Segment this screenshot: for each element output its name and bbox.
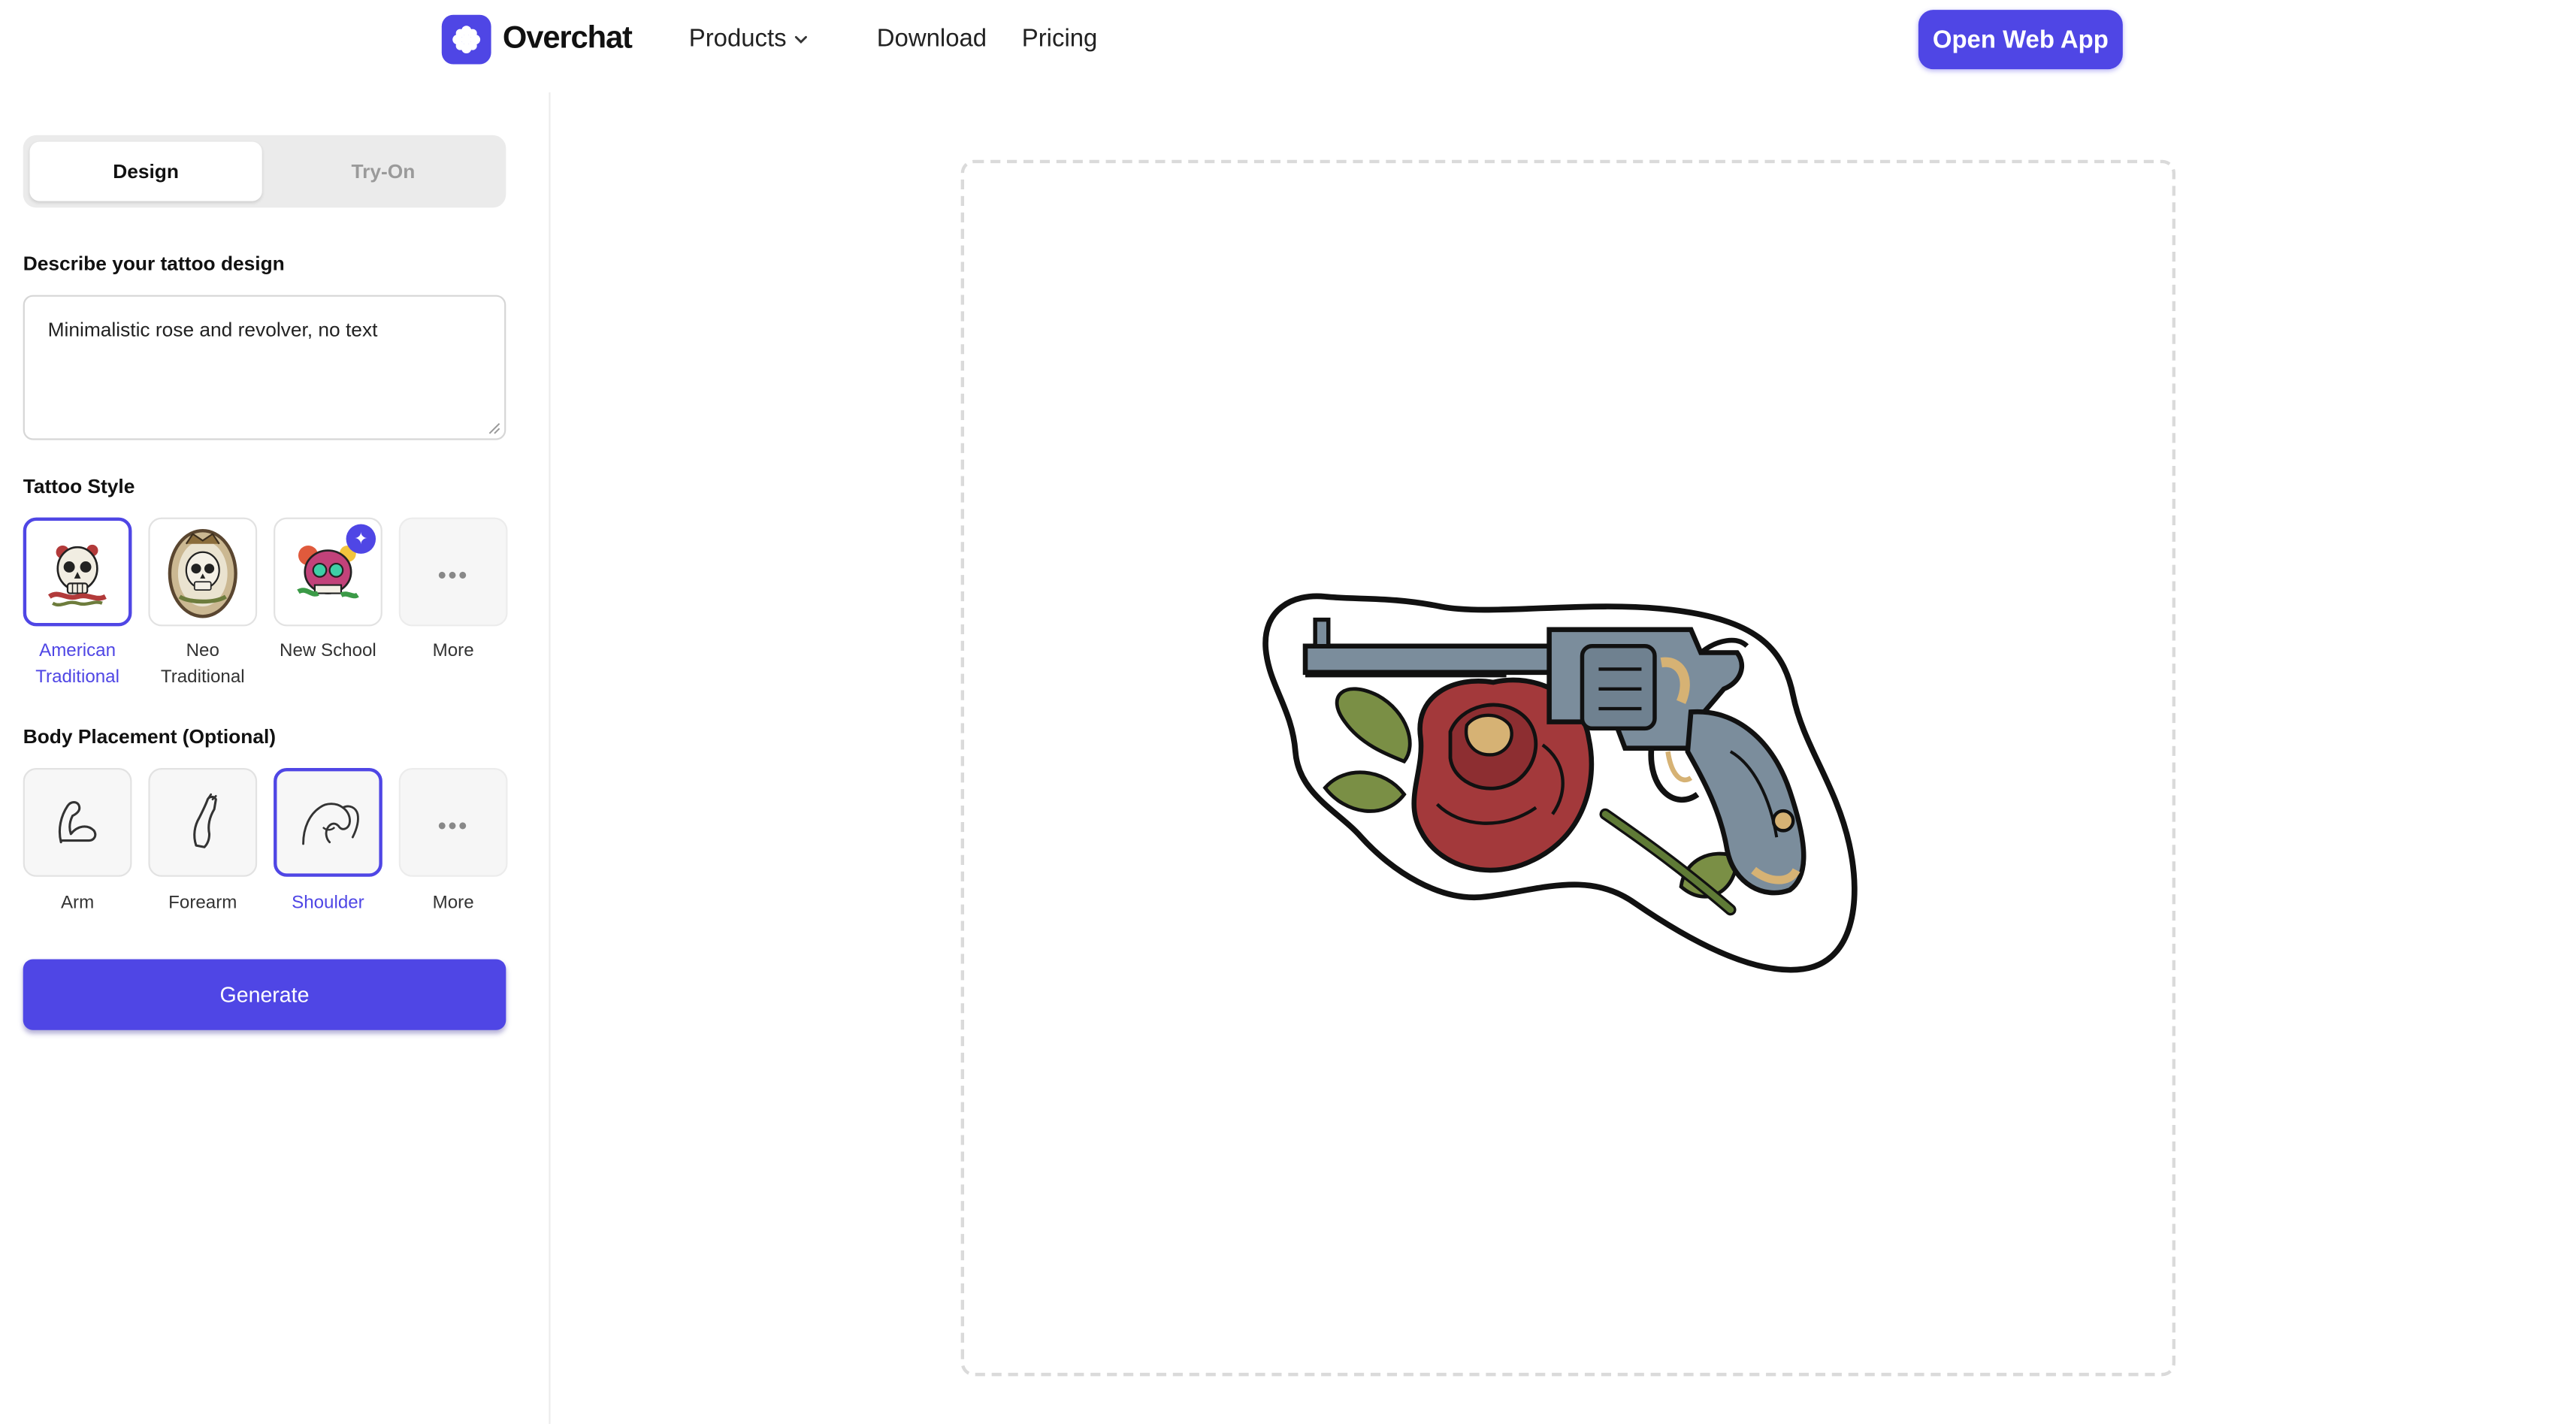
placement-caption-forearm: Forearm	[168, 893, 237, 914]
more-dots-icon: •••	[437, 812, 469, 840]
placement-label: Body Placement (Optional)	[23, 725, 277, 748]
skull-rose-thumbnail	[47, 544, 107, 607]
nav-products[interactable]: Products	[689, 25, 810, 53]
tab-try-on[interactable]: Try-On	[267, 142, 499, 201]
style-caption-line1: Neo	[186, 641, 219, 661]
style-caption-line2: Traditional	[35, 667, 119, 688]
style-tile-american-traditional[interactable]	[23, 517, 132, 627]
open-web-app-button[interactable]: Open Web App	[1918, 10, 2123, 70]
mode-toggle: Design Try-On	[23, 135, 506, 208]
style-tile-new-school[interactable]: ✦	[274, 517, 382, 627]
arm-icon	[58, 801, 97, 844]
style-caption-line1: American	[39, 641, 116, 661]
placement-tile-shoulder[interactable]	[274, 768, 382, 877]
skull-oval-thumbnail	[168, 529, 237, 618]
style-label: Tattoo Style	[23, 474, 135, 498]
top-nav: Overchat Products Download Pricing Open …	[0, 0, 2576, 83]
page: Overchat Products Download Pricing Open …	[0, 0, 2576, 1424]
nav-pricing[interactable]: Pricing	[1022, 25, 1098, 53]
resize-grip-icon[interactable]	[488, 422, 501, 435]
prompt-value: Minimalistic rose and revolver, no text	[47, 318, 378, 341]
forearm-icon	[193, 793, 217, 848]
style-caption-more: More	[432, 641, 474, 661]
nav-download[interactable]: Download	[877, 25, 987, 53]
more-dots-icon: •••	[437, 561, 469, 590]
asterisk-logo-icon	[441, 14, 491, 65]
tab-design[interactable]: Design	[29, 141, 262, 201]
style-caption-line2: Traditional	[160, 667, 245, 688]
nav-products-label: Products	[688, 24, 787, 53]
prompt-label: Describe your tattoo design	[23, 252, 285, 276]
style-tile-neo-traditional[interactable]	[148, 517, 258, 627]
style-caption-new-school: New School	[280, 641, 376, 661]
placement-tile-forearm[interactable]	[148, 768, 258, 877]
placement-caption-arm: Arm	[60, 893, 95, 914]
prompt-textarea[interactable]: Minimalistic rose and revolver, no text	[23, 295, 506, 440]
chevron-down-icon	[795, 35, 808, 43]
placement-tile-arm[interactable]	[23, 768, 132, 877]
sparkle-icon: ✦	[346, 524, 376, 554]
placement-caption-more: More	[432, 893, 474, 914]
style-tile-more[interactable]: •••	[398, 517, 508, 627]
generate-button[interactable]: Generate	[23, 959, 506, 1030]
brand-logo[interactable]: Overchat	[441, 14, 633, 65]
shoulder-icon	[302, 803, 359, 845]
style-caption-american-traditional: American Traditional	[11, 638, 143, 691]
placement-caption-shoulder: Shoulder	[292, 893, 364, 914]
placement-tile-more[interactable]: •••	[398, 768, 508, 877]
tattoo-preview-image	[1262, 593, 1858, 973]
style-caption-neo-traditional: Neo Traditional	[137, 638, 268, 691]
brand-name: Overchat	[502, 21, 633, 56]
sidebar-divider	[549, 92, 551, 1424]
